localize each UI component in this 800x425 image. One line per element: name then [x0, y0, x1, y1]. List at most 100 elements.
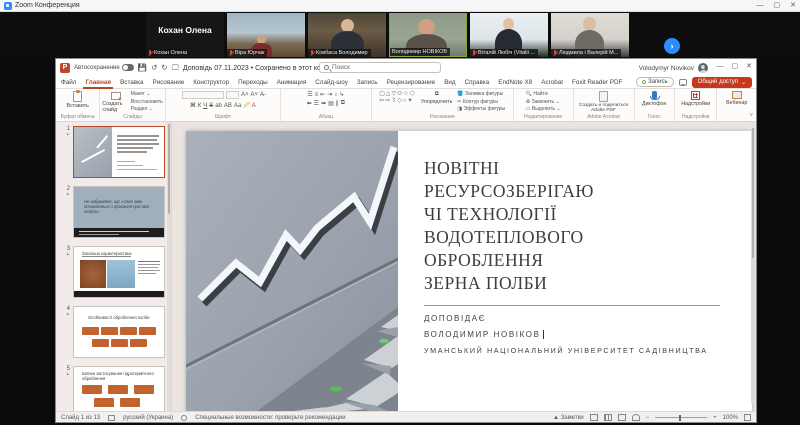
autosave-control[interactable]: Автосохранение — [74, 64, 134, 71]
slide-canvas[interactable]: НОВІТНІ РЕСУРСОЗБЕРІГАЮ ЧІ ТЕХНОЛОГІЇ ВО… — [186, 131, 752, 412]
italic-icon[interactable]: К — [198, 103, 202, 109]
shrink-font-icon[interactable]: A˅ — [250, 92, 258, 98]
language-indicator[interactable]: русский (Украина) — [123, 415, 173, 421]
zoom-out-icon[interactable]: − — [646, 415, 650, 421]
tab-record[interactable]: Запись — [357, 79, 378, 86]
new-slide-button[interactable]: Создать слайд — [102, 91, 128, 113]
notes-button[interactable]: ▲ Заметки — [553, 415, 584, 421]
slide-thumbnail-1[interactable] — [73, 126, 165, 178]
thumbnail-scrollbar[interactable] — [167, 122, 171, 411]
close-icon[interactable]: ✕ — [746, 63, 752, 70]
participant-tile[interactable]: Віталій Любіч (Vitalii ... — [470, 13, 548, 57]
shapes-gallery[interactable]: ▢△▽⬭☆⬠ ⇦⇨⇧◇○✦ — [379, 91, 416, 105]
account-area[interactable]: Volodymyr Novikov — [639, 63, 708, 73]
grow-font-icon[interactable]: A˄ — [241, 92, 249, 98]
participant-tile[interactable]: Ковбаса Володимир — [308, 13, 386, 57]
tab-transitions[interactable]: Переходы — [238, 79, 268, 86]
display-settings-icon[interactable] — [108, 414, 116, 421]
tab-draw[interactable]: Рисование — [153, 79, 185, 86]
slide-thumbnail-2[interactable]: Не забувайте, що «Світ змін починається … — [73, 186, 165, 238]
search-input[interactable]: Поиск — [319, 62, 441, 73]
participant-tile[interactable]: Віра Юрчак — [227, 13, 305, 57]
comments-icon[interactable] — [678, 78, 687, 86]
minimize-icon[interactable]: — — [757, 2, 764, 9]
bullets-icon[interactable]: ☰ — [307, 91, 312, 98]
normal-view-icon[interactable] — [589, 414, 598, 421]
reading-view-icon[interactable] — [617, 414, 626, 421]
tab-home[interactable]: Главная — [83, 79, 113, 89]
find-button[interactable]: 🔍 Найти — [526, 91, 561, 99]
align-left-icon[interactable]: ⬅ — [307, 100, 312, 107]
bold-icon[interactable]: Ж — [190, 103, 195, 109]
shape-effects-button[interactable]: ◨ Эффекты фигуры — [457, 106, 505, 114]
slide-thumbnail-5[interactable]: Шляхи застосування гідротермічного оброб… — [73, 366, 165, 411]
slide-thumbnail-3[interactable]: Загальна характеристика — [73, 246, 165, 298]
zoom-slider[interactable] — [655, 414, 708, 421]
select-button[interactable]: ▭ Выделить ⌄ — [526, 106, 561, 114]
maximize-icon[interactable]: ▢ — [774, 2, 781, 9]
indent-increase-icon[interactable]: ⇥ — [327, 91, 332, 98]
smartart-icon[interactable]: ⧉ — [341, 100, 345, 107]
slideshow-icon[interactable] — [631, 414, 640, 421]
highlight-icon[interactable]: 🖉 — [243, 101, 249, 111]
char-spacing-icon[interactable]: АВ — [224, 103, 232, 109]
undo-icon[interactable]: ↺ — [151, 64, 157, 72]
clear-format-icon[interactable]: A̶ — [260, 92, 264, 98]
change-case-icon[interactable]: Аа — [234, 103, 241, 109]
ribbon-options-icon[interactable]: ⌄ — [703, 63, 709, 70]
shadow-icon[interactable]: ab — [215, 103, 222, 109]
justify-icon[interactable]: ▤ — [328, 100, 334, 107]
collapse-ribbon-icon[interactable]: ˅ — [749, 113, 753, 119]
slide-text-block[interactable]: НОВІТНІ РЕСУРСОЗБЕРІГАЮ ЧІ ТЕХНОЛОГІЇ ВО… — [424, 157, 732, 355]
align-right-icon[interactable]: ➡ — [321, 100, 326, 107]
tab-review[interactable]: Рецензирование — [387, 79, 436, 86]
tab-foxit[interactable]: Foxit Reader PDF — [572, 79, 622, 86]
font-size-input[interactable] — [225, 91, 239, 99]
layout-button[interactable]: Макет ⌄ — [131, 91, 163, 99]
reset-button[interactable]: Восстановить — [131, 99, 163, 107]
section-button[interactable]: Раздел ⌄ — [131, 106, 163, 114]
line-spacing-icon[interactable]: ↕ — [334, 92, 337, 98]
slide-sorter-icon[interactable] — [603, 414, 612, 421]
autosave-toggle[interactable] — [121, 64, 134, 71]
numbering-icon[interactable]: ≡ — [315, 92, 319, 98]
adobe-pdf-button[interactable]: Создать и поделиться Adobe PDF — [576, 91, 632, 113]
participant-tile[interactable]: Людмила і Валерій М... — [551, 13, 629, 57]
present-icon[interactable]: 🖵 — [172, 64, 179, 72]
tab-slideshow[interactable]: Слайд-шоу — [315, 79, 348, 86]
dictaphone-button[interactable]: Диктофон — [642, 91, 666, 107]
columns-icon[interactable]: ∥ — [336, 100, 339, 107]
tab-file[interactable]: Файл — [61, 79, 76, 86]
participant-tile-active-speaker[interactable]: Володимир НОВІКОВ — [389, 13, 467, 57]
minimize-icon[interactable]: — — [717, 63, 724, 70]
shape-fill-button[interactable]: 🪣 Заливка фигуры — [457, 91, 505, 99]
align-center-icon[interactable]: ☰ — [314, 100, 319, 107]
font-name-input[interactable] — [181, 91, 224, 99]
fit-to-window-icon[interactable] — [744, 414, 751, 421]
zoom-in-icon[interactable]: + — [713, 415, 717, 421]
redo-icon[interactable]: ↻ — [161, 64, 167, 72]
accessibility-status[interactable]: Специальные возможности: проверьте реком… — [195, 415, 345, 421]
underline-icon[interactable]: Ч — [203, 103, 207, 109]
tab-insert[interactable]: Вставка — [120, 79, 143, 86]
close-icon[interactable]: ✕ — [790, 2, 796, 9]
slide-scrollbar[interactable] — [751, 128, 755, 404]
participant-tile[interactable]: Кохан Олена Кохан Олена — [146, 13, 224, 57]
slide-thumbnail-panel[interactable]: 1 ✶ 2 ✶ Не забувайте, що «Світ змін почи… — [56, 122, 172, 411]
zoom-level[interactable]: 100% — [723, 415, 738, 421]
tab-design[interactable]: Конструктор — [193, 79, 229, 86]
paste-button[interactable]: Вставить — [66, 90, 89, 109]
share-button[interactable]: Общий доступ ⌄ — [691, 76, 752, 88]
record-button[interactable]: Запись — [635, 77, 674, 87]
text-direction-icon[interactable]: ↳ — [339, 91, 344, 98]
tab-acrobat[interactable]: Acrobat — [541, 79, 563, 86]
tab-help[interactable]: Справка — [465, 79, 490, 86]
indent-decrease-icon[interactable]: ⇤ — [320, 91, 325, 98]
maximize-icon[interactable]: ▢ — [732, 63, 739, 70]
replace-button[interactable]: ♻ Заменить ⌄ — [526, 99, 561, 107]
addins-button[interactable]: Надстройки — [681, 91, 710, 107]
next-participants-arrow-icon[interactable]: › — [664, 38, 680, 54]
font-color-icon[interactable]: А — [252, 103, 256, 109]
tab-animations[interactable]: Анимация — [277, 79, 307, 86]
strikethrough-icon[interactable]: S — [209, 103, 213, 109]
